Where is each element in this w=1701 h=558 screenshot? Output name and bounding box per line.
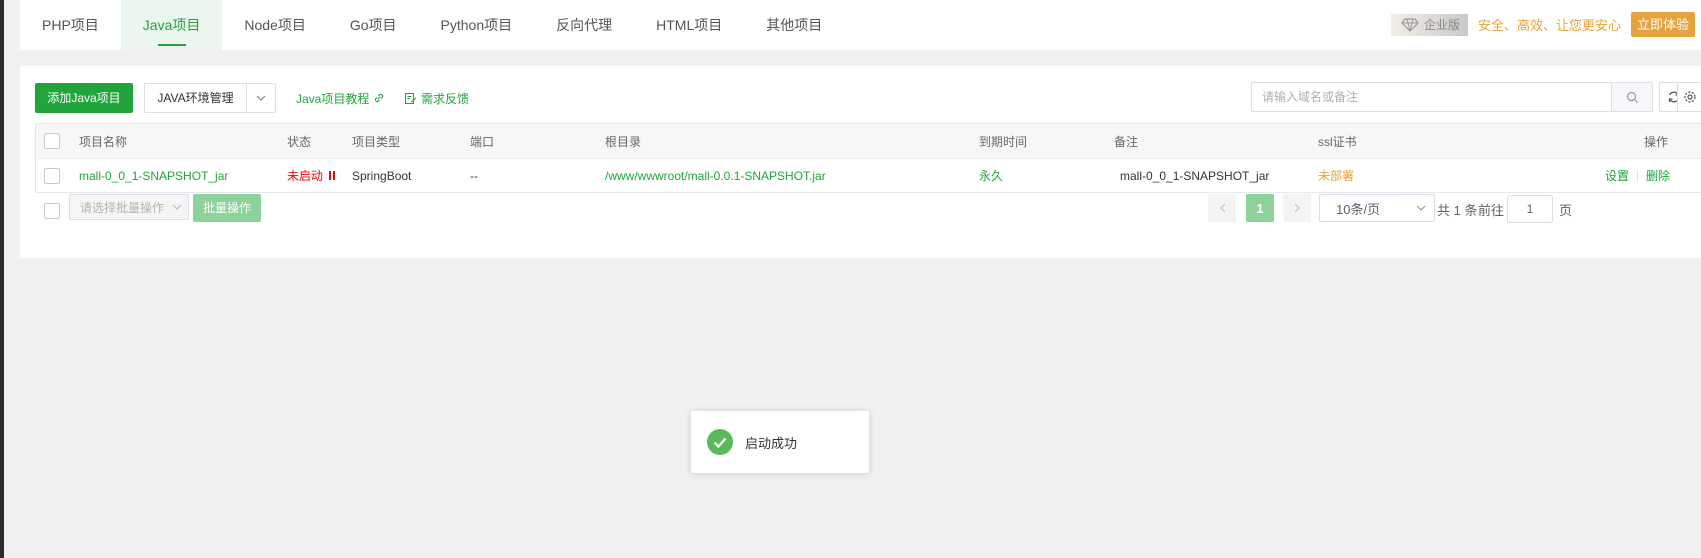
row-checkbox[interactable] [44, 167, 60, 184]
prev-page-button[interactable] [1208, 194, 1236, 222]
status-toggle[interactable]: 未启动 [287, 159, 337, 192]
java-env-management-label[interactable]: JAVA环境管理 [145, 84, 247, 112]
chevron-right-icon [1294, 203, 1300, 213]
project-root-link[interactable]: /www/wwwroot/mall-0.0.1-SNAPSHOT.jar [605, 159, 826, 192]
check-circle-icon [707, 429, 733, 455]
project-name-link[interactable]: mall-0_0_1-SNAPSHOT_jar [79, 159, 228, 192]
header-expire[interactable]: 到期时间 [979, 124, 1027, 158]
chevron-down-icon [172, 204, 182, 210]
delete-link[interactable]: 删除 [1646, 167, 1670, 184]
header-remark: 备注 [1114, 134, 1139, 149]
page-size-select[interactable]: 10条/页 [1319, 194, 1435, 222]
settings-button[interactable] [1677, 82, 1701, 112]
tab-html[interactable]: HTML项目 [634, 0, 744, 50]
java-tutorial-label[interactable]: Java项目教程 [296, 90, 369, 107]
chevron-left-icon [1219, 203, 1225, 213]
add-java-project-button[interactable]: 添加Java项目 [35, 83, 133, 113]
header-name[interactable]: 项目名称 [79, 124, 127, 158]
row-actions: 设置 删除 [1506, 159, 1670, 192]
header-status: 状态 [287, 134, 312, 149]
chevron-down-icon[interactable] [247, 84, 275, 112]
java-env-management-dropdown[interactable]: JAVA环境管理 [144, 83, 276, 113]
gear-icon [1684, 91, 1696, 103]
goto-page-input[interactable]: 1 [1507, 195, 1553, 223]
header-type: 项目类型 [352, 134, 401, 149]
feedback-link[interactable]: 需求反馈 [400, 89, 469, 107]
search-input[interactable] [1252, 83, 1611, 111]
header-action: 操作 [1643, 134, 1668, 149]
select-all-checkbox-cell [44, 124, 60, 158]
project-type-tabs: PHP项目 Java项目 Node项目 Go项目 Python项目 反向代理 H… [20, 0, 1701, 50]
feedback-label[interactable]: 需求反馈 [421, 90, 469, 107]
next-page-button[interactable] [1283, 194, 1311, 222]
tab-python[interactable]: Python项目 [419, 0, 535, 50]
toast-message: 启动成功 [745, 435, 798, 451]
enterprise-badge: 企业版 [1390, 13, 1468, 36]
link-icon [375, 93, 384, 103]
batch-operation-placeholder[interactable]: 请选择批量操作 [80, 199, 164, 216]
search-box [1251, 82, 1653, 112]
search-icon [1626, 91, 1638, 103]
chevron-down-icon [1416, 205, 1426, 211]
header-root: 根目录 [605, 134, 642, 149]
table-header: 项目名称 状态 项目类型 端口 根目录 到期时间 备注 ssl证书 操作 [36, 124, 1701, 159]
tab-php[interactable]: PHP项目 [20, 0, 121, 50]
try-now-button[interactable]: 立即体验 [1630, 12, 1695, 37]
project-expire[interactable]: 永久 [979, 159, 1003, 192]
stopped-icon [329, 171, 336, 180]
row-checkbox-cell [44, 159, 60, 192]
page-size-value[interactable]: 10条/页 [1336, 199, 1380, 218]
page-number-current[interactable]: 1 [1246, 194, 1274, 222]
project-type: SpringBoot [352, 168, 412, 183]
java-tutorial-link[interactable]: Java项目教程 [296, 89, 389, 107]
tab-node[interactable]: Node项目 [222, 0, 327, 50]
tab-go[interactable]: Go项目 [328, 0, 419, 50]
tab-reverse-proxy[interactable]: 反向代理 [534, 0, 634, 50]
total-count: 共 1 条 [1437, 203, 1478, 218]
tab-java[interactable]: Java项目 [120, 0, 223, 50]
enterprise-badge-label: 企业版 [1423, 18, 1460, 32]
enterprise-promo: 企业版 安全、高效、让您更安心 立即体验 [1390, 12, 1695, 37]
project-panel: 添加Java项目 JAVA环境管理 Java项目教程 需求反馈 请输入域名或备注… [20, 66, 1701, 258]
header-ssl: ssl证书 [1318, 134, 1357, 149]
diamond-icon [1401, 17, 1419, 32]
table-row: mall-0_0_1-SNAPSHOT_jar 未启动 SpringBoot -… [36, 159, 1701, 192]
status-label[interactable]: 未启动 [287, 167, 323, 184]
action-divider [1636, 169, 1638, 182]
project-table: 项目名称 状态 项目类型 端口 根目录 到期时间 备注 ssl证书 操作 mal… [35, 123, 1701, 193]
batch-operation-button[interactable]: 批量操作 [193, 194, 261, 222]
select-all-checkbox[interactable] [44, 133, 60, 149]
enterprise-slogan: 安全、高效、让您更安心 [1477, 18, 1621, 33]
batch-operation-select[interactable]: 请选择批量操作 [69, 194, 189, 220]
window-left-edge [0, 0, 4, 558]
project-port: -- [470, 168, 478, 183]
goto-label: 前往 [1478, 203, 1505, 218]
edit-note-icon [405, 92, 417, 104]
header-port: 端口 [470, 134, 495, 149]
ssl-status-link[interactable]: 未部署 [1318, 159, 1354, 192]
tab-other[interactable]: 其他项目 [744, 0, 844, 50]
success-toast: 启动成功 [691, 411, 869, 473]
page-suffix: 页 [1559, 203, 1573, 218]
project-remark[interactable]: mall-0_0_1-SNAPSHOT_jar [1120, 159, 1269, 192]
search-button[interactable] [1611, 83, 1652, 111]
footer-select-all-checkbox[interactable] [44, 203, 60, 219]
settings-link[interactable]: 设置 [1605, 167, 1629, 184]
